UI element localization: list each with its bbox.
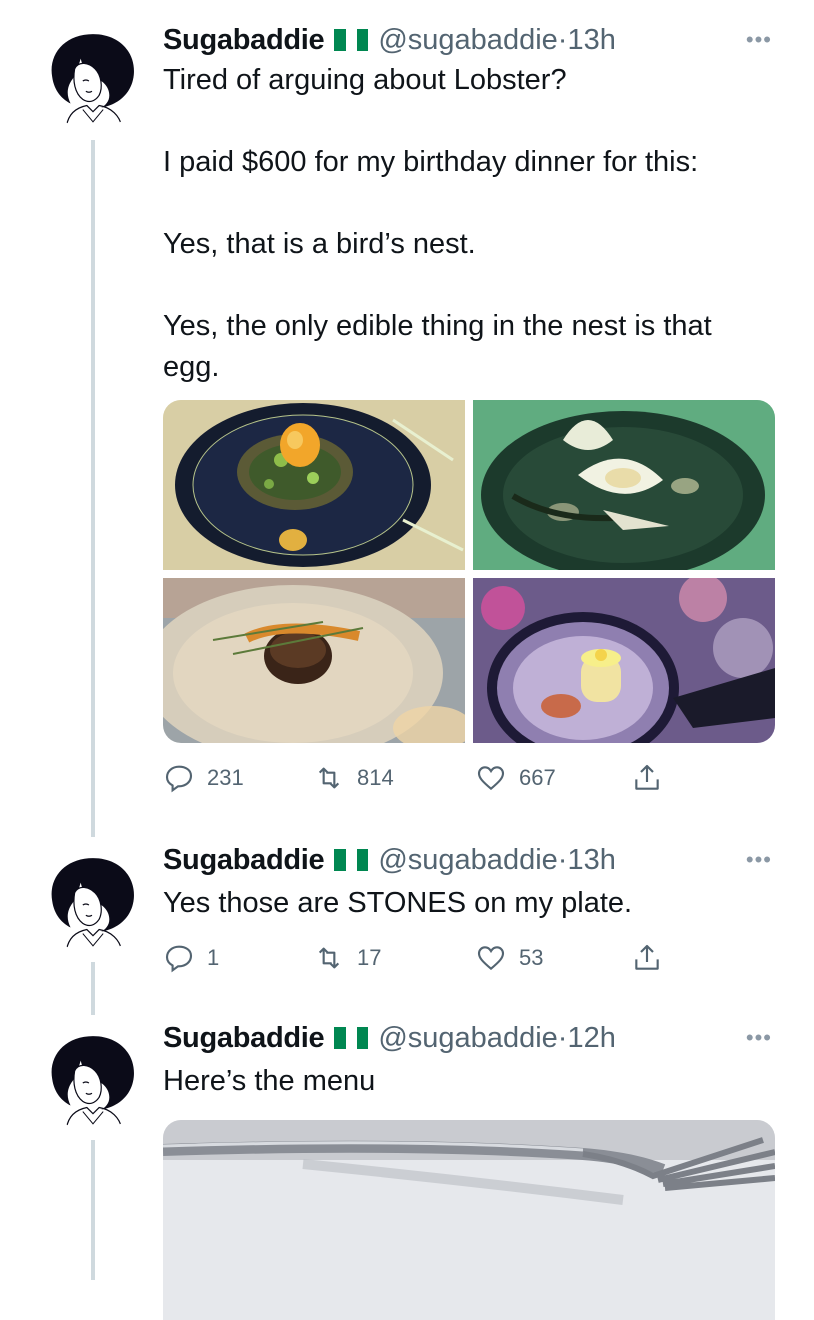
- reply-button[interactable]: 231: [163, 762, 244, 794]
- tweet-header: Sugabaddie @sugabaddie · 13h: [163, 20, 616, 60]
- display-name[interactable]: Sugabaddie: [163, 844, 325, 877]
- separator: ·: [557, 23, 568, 56]
- share-icon: [635, 764, 659, 790]
- heart-icon: [477, 946, 505, 971]
- photo-meat-dish[interactable]: [163, 578, 465, 743]
- tweet-actions: 1 17 53: [163, 938, 683, 978]
- more-icon[interactable]: •••: [746, 20, 772, 60]
- timestamp[interactable]: 13h: [567, 844, 615, 877]
- reply-icon: [165, 945, 193, 973]
- retweet-icon: [318, 947, 340, 969]
- nigeria-flag-icon: [334, 849, 369, 871]
- tweet-header: Sugabaddie @sugabaddie · 13h: [163, 840, 616, 880]
- like-count: 667: [519, 765, 556, 790]
- avatar[interactable]: [42, 1030, 144, 1132]
- photo-shells-stones[interactable]: [473, 400, 775, 570]
- photo-birds-nest[interactable]: [163, 400, 465, 570]
- tweet-text: Tired of arguing about Lobster? I paid $…: [163, 64, 712, 383]
- more-icon[interactable]: •••: [746, 840, 772, 880]
- display-name[interactable]: Sugabaddie: [163, 1022, 325, 1055]
- thread-line: [91, 140, 95, 837]
- photo-menu-fork[interactable]: [163, 1120, 775, 1320]
- tweet-header: Sugabaddie @sugabaddie · 12h: [163, 1018, 616, 1058]
- retweet-button[interactable]: 17: [313, 942, 381, 974]
- like-count: 53: [519, 945, 544, 970]
- tweet-text: Here’s the menu: [163, 1065, 376, 1097]
- thread-line: [91, 1140, 95, 1280]
- display-name[interactable]: Sugabaddie: [163, 24, 325, 57]
- handle[interactable]: @sugabaddie: [378, 1022, 557, 1055]
- tweet-text: Yes those are STONES on my plate.: [163, 887, 633, 919]
- heart-icon: [477, 766, 505, 791]
- photo-grid: [163, 400, 775, 743]
- retweet-button[interactable]: 814: [313, 762, 394, 794]
- avatar[interactable]: [42, 852, 144, 954]
- reply-icon: [165, 765, 193, 793]
- thread-line: [91, 962, 95, 1015]
- separator: ·: [557, 843, 568, 876]
- handle[interactable]: @sugabaddie: [378, 844, 557, 877]
- separator: ·: [557, 1021, 568, 1054]
- share-icon: [635, 944, 659, 970]
- timestamp[interactable]: 13h: [567, 24, 615, 57]
- reply-button[interactable]: 1: [163, 942, 219, 974]
- tweet-actions: 231 814 667: [163, 758, 683, 798]
- like-button[interactable]: 53: [475, 942, 543, 974]
- avatar[interactable]: [42, 28, 144, 130]
- retweet-icon: [318, 767, 340, 789]
- share-button[interactable]: [631, 942, 663, 974]
- timestamp[interactable]: 12h: [567, 1022, 615, 1055]
- retweet-count: 814: [357, 765, 394, 790]
- retweet-count: 17: [357, 945, 382, 970]
- handle[interactable]: @sugabaddie: [378, 24, 557, 57]
- nigeria-flag-icon: [334, 1027, 369, 1049]
- like-button[interactable]: 667: [475, 762, 556, 794]
- reply-count: 231: [207, 765, 244, 790]
- share-button[interactable]: [631, 762, 663, 794]
- more-icon[interactable]: •••: [746, 1018, 772, 1058]
- reply-count: 1: [207, 945, 220, 970]
- photo-dessert[interactable]: [473, 578, 775, 743]
- nigeria-flag-icon: [334, 29, 369, 51]
